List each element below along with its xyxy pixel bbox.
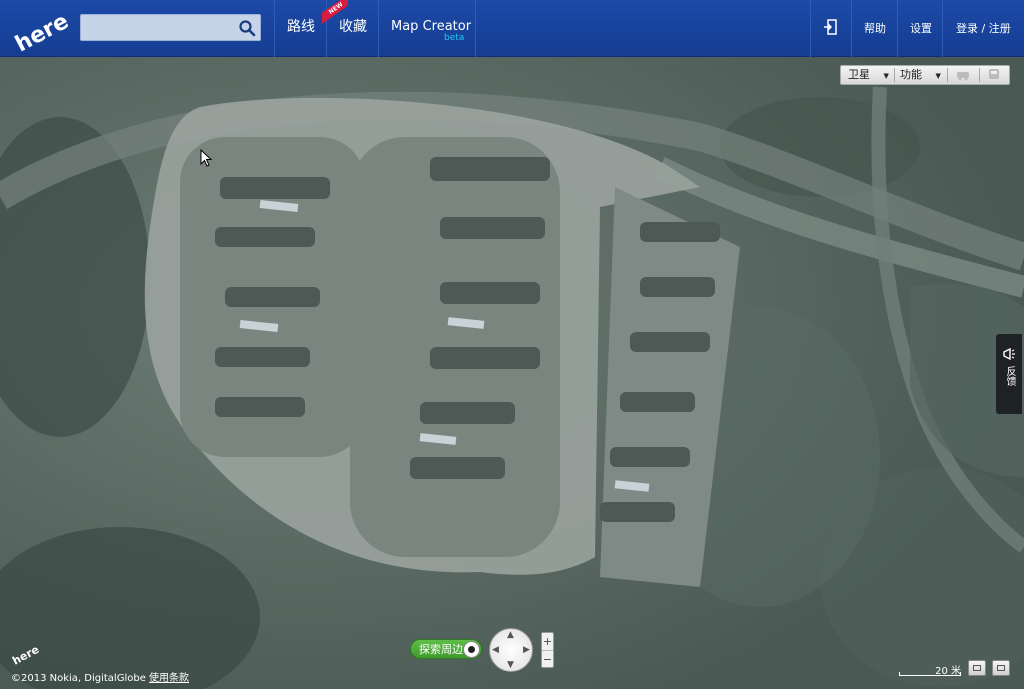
chevron-down-icon: ▼ [935,72,941,80]
pan-left-icon[interactable]: ◀ [492,645,499,655]
terms-of-use-link[interactable]: 使用条款 [149,673,189,684]
zoom-control: + − [541,632,554,668]
here-logo-text: here [11,10,68,54]
nav-divider [897,0,898,57]
search-icon[interactable] [238,19,256,37]
megaphone-icon [1003,348,1015,360]
here-watermark-logo: here [10,643,41,668]
nav-favorites[interactable]: 收藏 [339,0,367,57]
chevron-down-icon: ▼ [883,72,889,80]
login-register-link[interactable]: 登录 / 注册 [956,0,1011,57]
search-input[interactable] [85,18,235,38]
copyright-text: ©2013 Nokia, DigitalGlobe [11,673,146,684]
nav-divider [475,0,476,57]
satellite-view-label: 卫星 [848,68,870,81]
features-dropdown[interactable]: 功能 ▼ [900,66,941,84]
pan-control[interactable]: ▲ ▼ ◀ ▶ [489,628,533,672]
mouse-cursor-icon [200,148,213,167]
fullscreen-icon[interactable] [992,660,1010,676]
sign-in-icon[interactable] [823,0,839,57]
settings-link[interactable]: 设置 [910,0,932,57]
satellite-imagery [0,57,1024,689]
public-transport-icon[interactable] [988,66,1000,84]
nav-divider [942,0,943,57]
nav-divider [274,0,275,57]
zoom-out-button[interactable]: − [542,650,553,667]
scale-bar: 20 米 [899,662,961,677]
nav-map-creator-label[interactable]: Map Creator [391,19,471,34]
nav-divider [378,0,379,57]
top-header: here 路线 NEW 收藏 Map Creator beta 帮助 设置 登录 [0,0,1024,57]
toolbar-divider [979,68,980,82]
nav-divider [810,0,811,57]
explore-nearby-label: 探索周边 [419,643,463,656]
map-toolbar: 卫星 ▼ 功能 ▼ [840,65,1010,85]
help-link[interactable]: 帮助 [864,0,886,57]
pan-right-icon[interactable]: ▶ [523,645,530,655]
nav-divider [851,0,852,57]
minimap-icon[interactable] [968,660,986,676]
feedback-tab[interactable]: 反馈 [996,334,1022,414]
satellite-view-dropdown[interactable]: 卫星 ▼ [848,66,889,84]
satellite-map[interactable]: 卫星 ▼ 功能 ▼ 反馈 探索周边 ▲ ▼ ◀ ▶ + − here ©2013… [0,57,1024,689]
toggle-knob-icon [463,641,480,658]
scale-line [899,672,961,676]
toolbar-divider [894,68,895,82]
features-label: 功能 [900,68,922,81]
feedback-label: 反馈 [1004,366,1015,386]
pan-up-icon[interactable]: ▲ [507,630,514,640]
search-box[interactable] [80,14,261,41]
explore-nearby-button[interactable]: 探索周边 [410,639,482,659]
beta-tag: beta [444,33,465,43]
nav-routes[interactable]: 路线 [287,0,315,57]
pan-down-icon[interactable]: ▼ [507,660,514,670]
here-watermark-text: here [10,643,40,665]
toolbar-divider [947,68,948,82]
here-logo[interactable]: here [10,9,72,58]
copyright-notice: ©2013 Nokia, DigitalGlobe 使用条款 [11,669,189,684]
traffic-icon[interactable] [955,66,971,84]
zoom-in-button[interactable]: + [542,633,553,650]
